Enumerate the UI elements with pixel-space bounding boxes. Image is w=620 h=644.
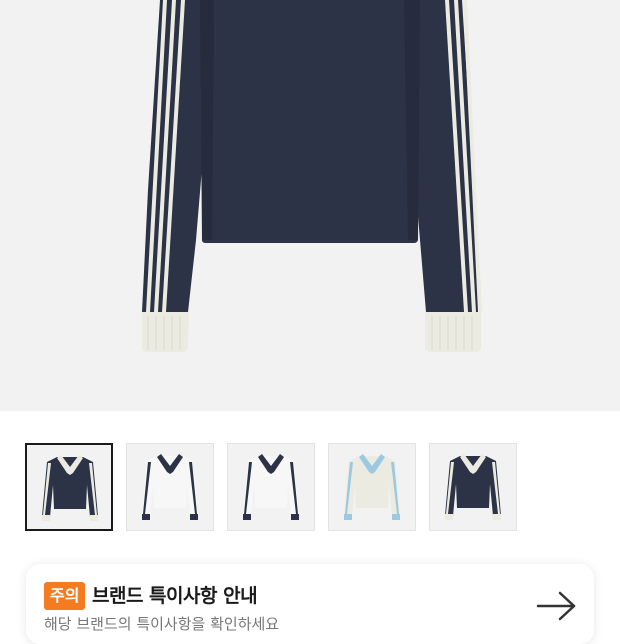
notice-title: 브랜드 특이사항 안내 — [92, 585, 258, 607]
product-hero-image — [0, 0, 620, 411]
thumbnail-2[interactable] — [126, 443, 214, 531]
thumbnail-4[interactable] — [328, 443, 416, 531]
thumbnail-shirt-icon — [243, 454, 299, 520]
notice-subtitle: 해당 브랜드의 특이사항을 확인하세요 — [44, 615, 280, 633]
thumbnail-5[interactable] — [429, 443, 517, 531]
brand-notice-card[interactable]: 주의 브랜드 특이사항 안내 해당 브랜드의 특이사항을 확인하세요 — [26, 564, 594, 644]
thumbnail-shirt-icon — [142, 454, 198, 520]
thumbnail-1[interactable] — [25, 443, 113, 531]
caution-badge: 주의 — [44, 582, 86, 610]
thumbnail-3[interactable] — [227, 443, 315, 531]
shirt-illustration — [142, 0, 482, 352]
thumbnail-shirt-icon — [42, 455, 98, 521]
thumbnail-shirt-icon — [445, 454, 501, 520]
arrow-right-icon[interactable] — [536, 590, 578, 626]
thumbnail-shirt-icon — [344, 454, 400, 520]
